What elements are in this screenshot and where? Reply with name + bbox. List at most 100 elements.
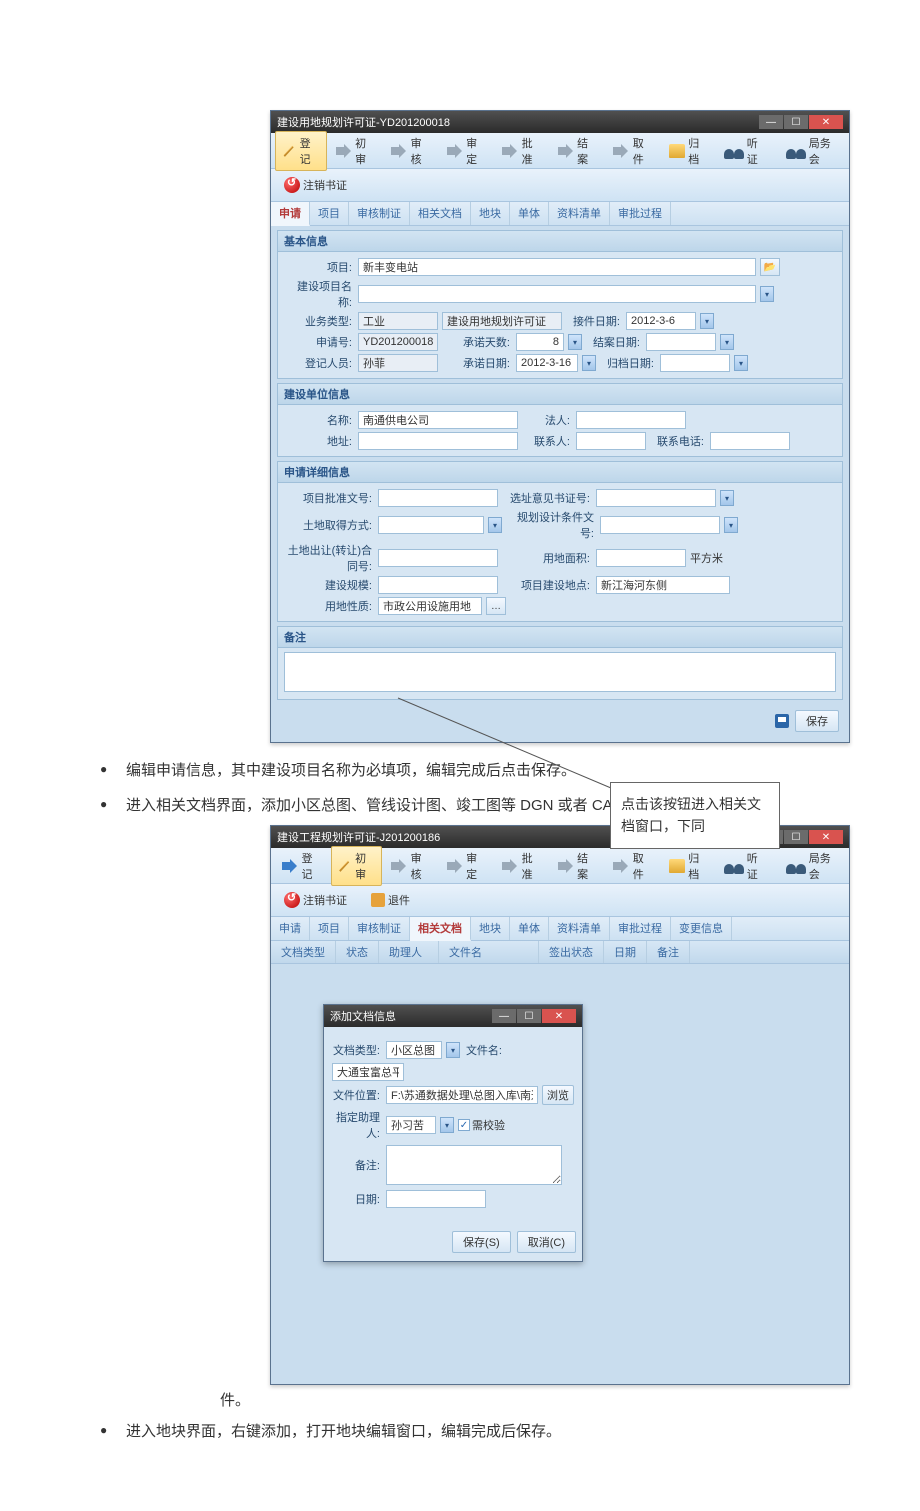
promise-date-input[interactable] (516, 354, 578, 372)
tab-plot[interactable]: 地块 (471, 917, 510, 940)
toolbar-register[interactable]: 登记 (275, 846, 329, 886)
date-picker-icon[interactable]: ▾ (734, 355, 748, 371)
doctype-input[interactable] (386, 1041, 442, 1059)
archive-date-input[interactable] (660, 354, 730, 372)
tab-unit[interactable]: 单体 (510, 917, 549, 940)
xmjsdd-input[interactable] (596, 576, 730, 594)
toolbar-pizhun[interactable]: 批准 (495, 846, 549, 886)
close-date-input[interactable] (646, 333, 716, 351)
ydxz-input[interactable] (378, 597, 482, 615)
ydxz-picker-button[interactable]: … (486, 597, 506, 615)
maximize-button[interactable]: ☐ (517, 1009, 541, 1023)
tab-material-list[interactable]: 资料清单 (549, 202, 610, 225)
remark-textarea[interactable] (386, 1145, 562, 1185)
tab-apply[interactable]: 申请 (271, 917, 310, 940)
filepath-input[interactable] (386, 1086, 538, 1104)
tab-change-info[interactable]: 变更信息 (671, 917, 732, 940)
address-input[interactable] (358, 432, 518, 450)
stepper-icon[interactable]: ▾ (568, 334, 582, 350)
tdcr-input[interactable] (378, 549, 498, 567)
dropdown-icon[interactable]: ▾ (488, 517, 502, 533)
cancel-cert-button[interactable]: 注销书证 (277, 888, 354, 912)
legal-input[interactable] (576, 411, 686, 429)
tab-related-docs[interactable]: 相关文档 (410, 917, 471, 941)
assistant-input[interactable] (386, 1116, 436, 1134)
phone-input[interactable] (710, 432, 790, 450)
toolbar-guidang[interactable]: 归档 (662, 131, 716, 171)
toolbar-jushihui[interactable]: 局务会 (779, 131, 845, 171)
project-input[interactable] (358, 258, 756, 276)
col-checkout[interactable]: 签出状态 (539, 941, 604, 963)
tab-project[interactable]: 项目 (310, 917, 349, 940)
col-doctype[interactable]: 文档类型 (271, 941, 336, 963)
xzyjszh-input[interactable] (596, 489, 716, 507)
xmpzwh-input[interactable] (378, 489, 498, 507)
jsgm-input[interactable] (378, 576, 498, 594)
tab-material-list[interactable]: 资料清单 (549, 917, 610, 940)
receive-date-input[interactable] (626, 312, 696, 330)
dropdown-icon[interactable]: ▾ (720, 490, 734, 506)
tab-unit[interactable]: 单体 (510, 202, 549, 225)
tab-related-docs[interactable]: 相关文档 (410, 202, 471, 225)
promise-days-input[interactable] (516, 333, 564, 351)
save-button[interactable]: 保存 (795, 710, 839, 732)
ghsjwj-input[interactable] (600, 516, 720, 534)
filename-input[interactable] (332, 1063, 404, 1081)
maximize-button[interactable]: ☐ (784, 830, 808, 844)
tab-audit-cert[interactable]: 审核制证 (349, 202, 410, 225)
toolbar-shending[interactable]: 审定 (440, 131, 494, 171)
col-remark[interactable]: 备注 (647, 941, 690, 963)
col-date[interactable]: 日期 (604, 941, 647, 963)
toolbar-chushen[interactable]: 初审 (331, 846, 383, 886)
browse-button[interactable]: 浏览 (542, 1085, 574, 1105)
col-filename[interactable]: 文件名 (439, 941, 539, 963)
dialog-titlebar[interactable]: 添加文档信息 — ☐ ✕ (324, 1005, 582, 1027)
toolbar-shending[interactable]: 审定 (440, 846, 494, 886)
cancel-cert-button[interactable]: 注销书证 (277, 173, 354, 197)
col-status[interactable]: 状态 (336, 941, 379, 963)
toolbar-pizhun[interactable]: 批准 (495, 131, 549, 171)
tab-approval-process[interactable]: 审批过程 (610, 202, 671, 225)
tab-plot[interactable]: 地块 (471, 202, 510, 225)
toolbar-shenhe[interactable]: 审核 (384, 846, 438, 886)
toolbar-qujian[interactable]: 取件 (606, 846, 660, 886)
tab-project[interactable]: 项目 (310, 202, 349, 225)
toolbar-tingzheng[interactable]: 听证 (717, 846, 773, 886)
toolbar-jiean[interactable]: 结案 (551, 131, 605, 171)
tab-approval-process[interactable]: 审批过程 (610, 917, 671, 940)
toolbar-tingzheng[interactable]: 听证 (717, 131, 773, 171)
toolbar-shenhe[interactable]: 审核 (384, 131, 438, 171)
toolbar-jiean[interactable]: 结案 (551, 846, 605, 886)
col-assist[interactable]: 助理人 (379, 941, 439, 963)
toolbar-guidang[interactable]: 归档 (662, 846, 716, 886)
dropdown-icon[interactable]: ▾ (724, 517, 738, 533)
dropdown-icon[interactable]: ▾ (440, 1117, 454, 1133)
dropdown-icon[interactable]: ▾ (446, 1042, 460, 1058)
toolbar-register[interactable]: 登记 (275, 131, 327, 171)
project-name-input[interactable] (358, 285, 756, 303)
contact-input[interactable] (576, 432, 646, 450)
minimize-button[interactable]: — (492, 1009, 516, 1023)
dialog-cancel-button[interactable]: 取消(C) (517, 1231, 576, 1253)
dropdown-icon[interactable]: ▾ (760, 286, 774, 302)
return-button[interactable]: 退件 (364, 888, 417, 912)
tab-apply[interactable]: 申请 (271, 202, 310, 226)
minimize-button[interactable]: — (759, 115, 783, 129)
toolbar-chushen[interactable]: 初审 (329, 131, 383, 171)
ydmj-input[interactable] (596, 549, 686, 567)
maximize-button[interactable]: ☐ (784, 115, 808, 129)
date-input[interactable] (386, 1190, 486, 1208)
date-picker-icon[interactable]: ▾ (720, 334, 734, 350)
remark-textarea[interactable] (284, 652, 836, 692)
date-picker-icon[interactable]: ▾ (700, 313, 714, 329)
close-button[interactable]: ✕ (809, 115, 843, 129)
close-button[interactable]: ✕ (542, 1009, 576, 1023)
close-button[interactable]: ✕ (809, 830, 843, 844)
tdqdfs-input[interactable] (378, 516, 484, 534)
need-verify-checkbox[interactable]: ✓需校验 (458, 1117, 505, 1133)
date-picker-icon[interactable]: ▾ (582, 355, 596, 371)
toolbar-jushihui[interactable]: 局务会 (779, 846, 845, 886)
dialog-save-button[interactable]: 保存(S) (452, 1231, 511, 1253)
unit-name-input[interactable] (358, 411, 518, 429)
tab-audit-cert[interactable]: 审核制证 (349, 917, 410, 940)
